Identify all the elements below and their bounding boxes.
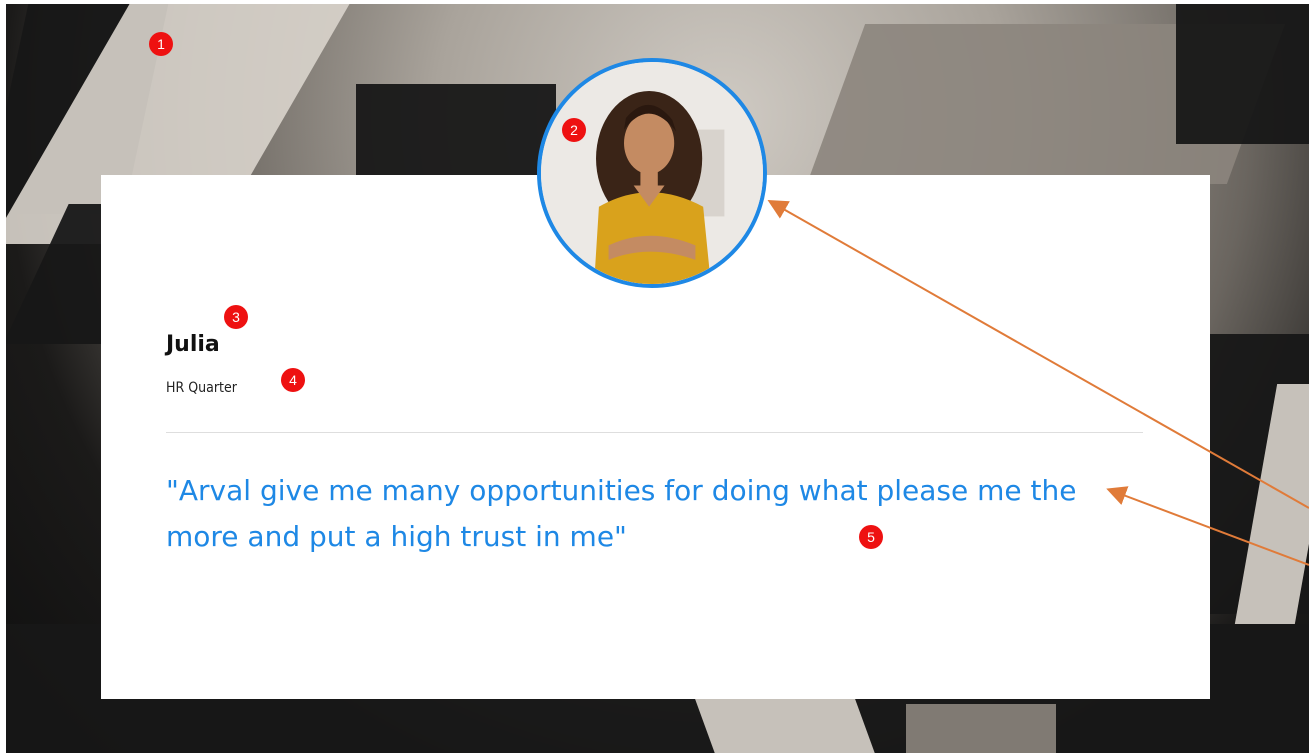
marker-3: 3: [224, 305, 248, 329]
testimonial-quote: "Arval give me many opportunities for do…: [166, 474, 1077, 553]
background-shape: [693, 694, 879, 753]
profile-role: HR Quarter: [166, 380, 237, 396]
background-shape: [1176, 4, 1309, 144]
marker-2: 2: [562, 118, 586, 142]
marker-4: 4: [281, 368, 305, 392]
avatar-photo: [541, 62, 763, 284]
profile-avatar: [537, 58, 767, 288]
profile-name: Julia: [166, 332, 220, 357]
marker-5: 5: [859, 525, 883, 549]
marker-1: 1: [149, 32, 173, 56]
divider: [166, 432, 1143, 433]
background-shape: [906, 704, 1056, 753]
